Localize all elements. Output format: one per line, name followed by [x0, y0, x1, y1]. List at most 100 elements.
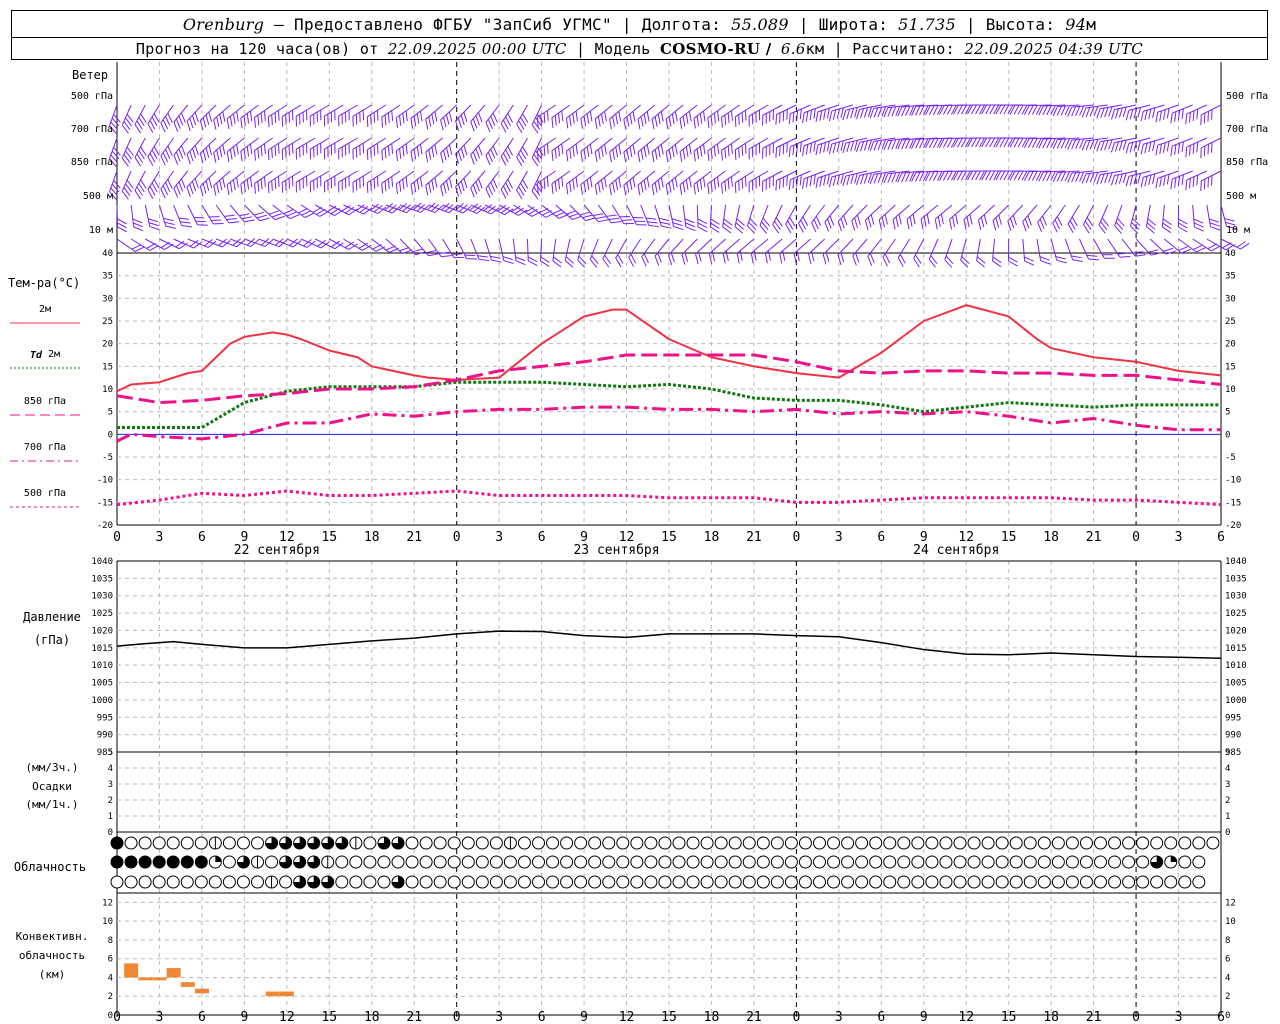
cloud-circle	[405, 855, 419, 869]
wind-barb	[911, 170, 938, 182]
cloud-symbol	[1065, 855, 1079, 869]
cloud-circle	[1065, 855, 1079, 869]
cloud-symbol	[770, 875, 784, 889]
hour-tick-label-bottom: 9	[240, 1010, 248, 1024]
barb-shaft	[609, 137, 627, 153]
hour-tick-label-bottom: 6	[198, 1010, 206, 1024]
wind-barb	[485, 137, 500, 166]
cloud-circle	[1023, 836, 1037, 850]
conv-ytick: 6	[108, 955, 113, 965]
cloud-circle	[728, 855, 742, 869]
barb-shaft	[187, 204, 198, 225]
hour-tick-label-bottom: 21	[1086, 1010, 1102, 1024]
cloud-circle	[756, 875, 770, 889]
hour-tick-label: 6	[198, 530, 206, 545]
wind-barb	[186, 104, 203, 132]
cloud-symbol	[1023, 836, 1037, 850]
cloud-circle	[813, 875, 826, 889]
barb-shaft	[425, 104, 443, 120]
temp-ytick-right: -5	[1225, 453, 1236, 463]
cloud-symbol	[756, 875, 770, 889]
barb-shaft	[470, 170, 486, 189]
cloud-symbol	[433, 836, 447, 850]
cloud-circle	[1094, 855, 1107, 869]
barb-shaft	[516, 104, 528, 125]
barb-shaft	[615, 238, 627, 259]
wind-barb	[186, 170, 203, 198]
wind-barb	[911, 104, 938, 116]
cloud-symbol	[714, 855, 728, 869]
cloud-symbol	[939, 836, 953, 850]
cloud-circle	[251, 836, 264, 850]
cloud-circle	[1178, 836, 1192, 850]
cloud-circle	[869, 875, 883, 889]
cloud-circle	[700, 855, 714, 869]
cloud-circle	[897, 875, 911, 889]
cloud-symbol	[124, 836, 138, 850]
cloud-symbol	[1094, 855, 1107, 869]
cloud-symbol	[1009, 855, 1023, 869]
cloud-circle	[546, 855, 560, 869]
pressure-ytick-right: 1030	[1225, 592, 1247, 602]
barb-feather	[466, 258, 477, 260]
barb-shaft	[440, 137, 458, 154]
cloud-symbol	[321, 875, 335, 889]
wind-barb	[410, 137, 429, 162]
cloud-symbol	[546, 836, 560, 850]
barb-shaft	[682, 204, 687, 227]
cloud-symbol	[742, 836, 756, 850]
cloud-symbol	[349, 836, 363, 850]
cloud-circle	[461, 875, 475, 889]
barb-shaft	[199, 170, 217, 187]
cloud-circle	[1051, 836, 1065, 850]
barb-shaft	[837, 204, 854, 222]
cloud-circle	[110, 855, 124, 869]
wind-barb	[329, 204, 358, 216]
cloud-circle	[251, 875, 264, 889]
cloud-symbol	[377, 855, 391, 869]
cloud-symbol	[560, 855, 574, 869]
barb-shaft	[1022, 238, 1026, 261]
cloud-circle	[532, 836, 545, 850]
precip-ytick-right: 0	[1225, 828, 1230, 838]
pressure-ytick: 995	[97, 713, 113, 723]
pressure-ytick: 1030	[91, 592, 113, 602]
wind-barb	[1067, 204, 1080, 233]
conv-ytick-right: 12	[1225, 898, 1236, 908]
conv-bar	[279, 991, 294, 997]
wind-level-label: 850 гПа	[71, 157, 113, 168]
barb-shaft	[611, 204, 625, 225]
cloud-symbol	[1122, 836, 1136, 850]
cloud-symbol	[897, 855, 911, 869]
wind-barb	[226, 170, 245, 195]
barb-shaft	[226, 170, 245, 186]
barb-shaft	[668, 204, 675, 227]
barb-feather	[1130, 225, 1139, 234]
wind-level-label: 500 гПа	[71, 91, 113, 102]
cloud-symbol	[967, 875, 981, 889]
barb-shaft	[681, 238, 698, 256]
barb-shaft	[158, 204, 167, 227]
barb-shaft	[679, 137, 698, 153]
barb-shaft	[569, 204, 586, 221]
wind-barb	[811, 204, 826, 233]
cloud-circle	[1065, 875, 1079, 889]
wind-barb	[1083, 204, 1095, 234]
barb-shaft	[580, 137, 599, 152]
barb-shaft	[258, 204, 276, 221]
cloud-circle	[770, 855, 784, 869]
conv-ytick: 10	[102, 917, 113, 927]
pressure-ytick: 1000	[91, 696, 113, 706]
cloud-circle	[967, 875, 981, 889]
pressure-ytick: 990	[97, 731, 113, 741]
conv-bar	[194, 988, 209, 994]
hour-tick-label: 21	[1086, 530, 1102, 545]
barb-shaft	[396, 104, 415, 119]
wind-barb	[226, 104, 245, 129]
barb-feather	[363, 207, 373, 215]
precip-ytick: 5	[108, 748, 113, 758]
cloud-symbol	[489, 836, 503, 850]
conv-bar	[152, 977, 167, 981]
cloud-symbol	[335, 875, 349, 889]
barb-feather	[565, 256, 575, 264]
